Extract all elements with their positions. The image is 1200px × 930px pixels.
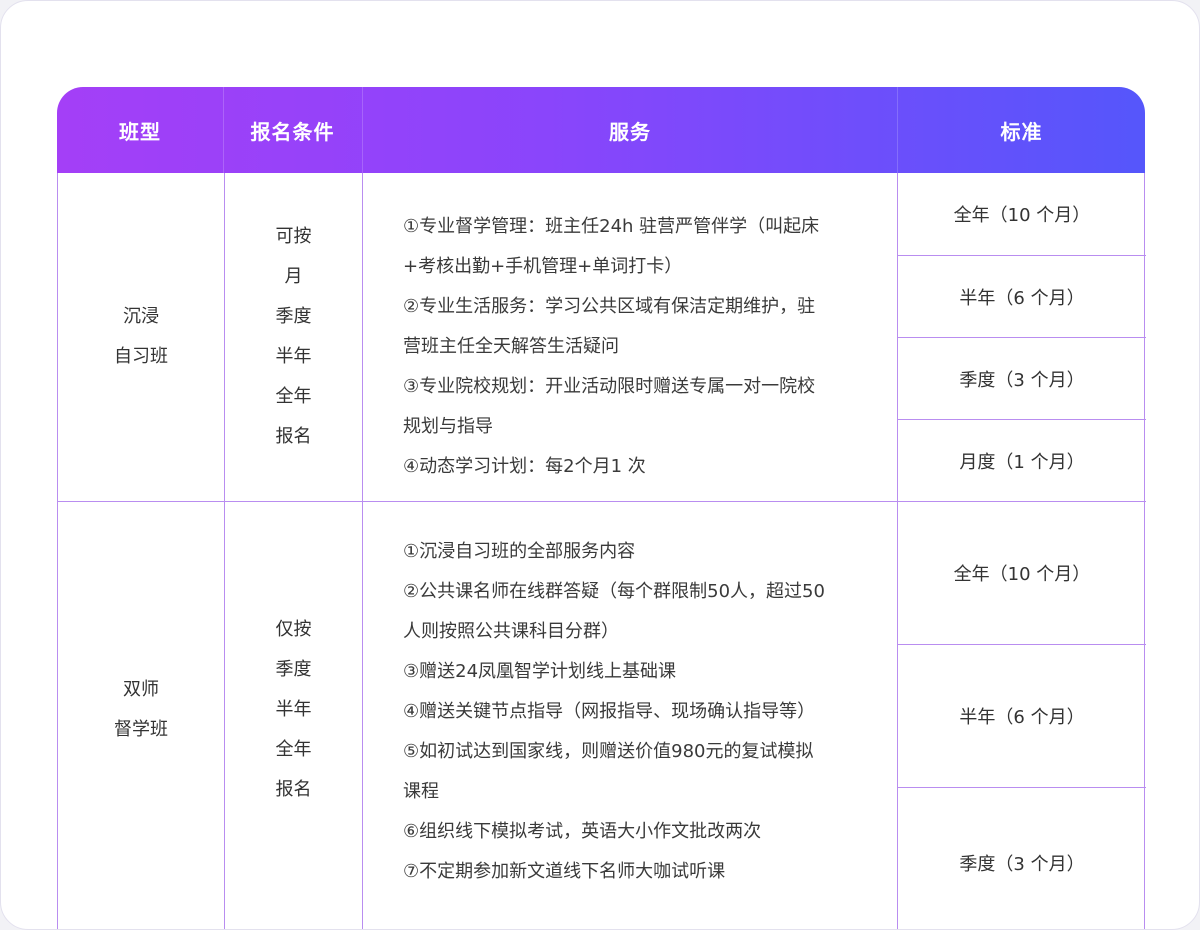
condition-line: 月 xyxy=(284,266,303,287)
condition-line: 季度 xyxy=(275,659,312,680)
class-type-line: 双师 xyxy=(123,679,159,700)
service-line: ⑦不定期参加新文道线下名师大咖试听课 xyxy=(403,861,726,882)
service-line: ②公共课名师在线群答疑（每个群限制50人，超过50 xyxy=(403,581,825,602)
service-line: ②专业生活服务：学习公共区域有保洁定期维护，驻 xyxy=(403,296,816,317)
service-cell: ①专业督学管理：班主任24h 驻营严管伴学（叫起床 +考核出勤+手机管理+单词打… xyxy=(403,207,883,487)
header-standard: 标准 xyxy=(1000,119,1043,144)
standard-option: 半年（6 个月） xyxy=(959,707,1085,728)
condition-line: 全年 xyxy=(275,386,312,407)
standard-option: 月度（1 个月） xyxy=(959,451,1085,473)
condition-line: 季度 xyxy=(275,306,312,327)
class-table: 班型 报名条件 服务 标准 沉浸 自习班 可按 月 季度 半年 全年 报名 ①专… xyxy=(57,87,1146,929)
class-type-cell: 沉浸 自习班 xyxy=(58,173,224,501)
condition-line: 全年 xyxy=(275,739,312,760)
service-line: 课程 xyxy=(403,781,439,802)
service-line: 人则按照公共课科目分群） xyxy=(403,621,619,642)
service-line: ①专业督学管理：班主任24h 驻营严管伴学（叫起床 xyxy=(403,216,820,237)
service-line: ⑤如初试达到国家线，则赠送价值980元的复试模拟 xyxy=(403,741,814,762)
standard-option: 季度（3 个月） xyxy=(959,369,1085,391)
service-line: ④赠送关键节点指导（网报指导、现场确认指导等） xyxy=(403,701,816,722)
header-class-type: 班型 xyxy=(119,119,161,144)
pricing-card: 班型 报名条件 服务 标准 沉浸 自习班 可按 月 季度 半年 全年 报名 ①专… xyxy=(0,0,1200,930)
class-type-cell: 双师 督学班 xyxy=(58,502,224,929)
condition-line: 报名 xyxy=(275,426,312,447)
table-body: 沉浸 自习班 可按 月 季度 半年 全年 报名 ①专业督学管理：班主任24h 驻… xyxy=(57,173,1146,929)
condition-line: 半年 xyxy=(275,346,312,367)
service-line: 营班主任全天解答生活疑问 xyxy=(403,336,619,357)
service-line: ①沉浸自习班的全部服务内容 xyxy=(403,541,636,562)
header-condition: 报名条件 xyxy=(250,119,335,144)
standard-option: 半年（6 个月） xyxy=(959,287,1085,309)
service-line: 规划与指导 xyxy=(403,416,493,437)
class-type-line: 督学班 xyxy=(114,719,168,740)
condition-line: 可按 xyxy=(275,226,312,247)
service-cell-lines: ①沉浸自习班的全部服务内容 ②公共课名师在线群答疑（每个群限制50人，超过50 … xyxy=(403,532,883,892)
table-header: 班型 报名条件 服务 标准 xyxy=(57,87,1145,173)
condition-line: 半年 xyxy=(275,699,312,720)
condition-line: 报名 xyxy=(275,779,312,800)
column-divider xyxy=(362,173,363,929)
service-line: ③专业院校规划：开业活动限时赠送专属一对一院校 xyxy=(403,376,816,397)
standard-option: 全年（10 个月） xyxy=(953,205,1091,226)
standard-option: 季度（3 个月） xyxy=(959,854,1085,875)
condition-cell: 仅按 季度 半年 全年 报名 xyxy=(225,502,362,929)
class-type-line: 自习班 xyxy=(114,346,168,367)
condition-line: 仅按 xyxy=(275,619,312,640)
header-service: 服务 xyxy=(609,119,651,144)
service-line: ⑥组织线下模拟考试，英语大小作文批改两次 xyxy=(403,821,762,842)
class-type-line: 沉浸 xyxy=(123,306,159,327)
service-line: +考核出勤+手机管理+单词打卡） xyxy=(403,256,683,277)
service-line: ④动态学习计划：每2个月1 次 xyxy=(403,456,646,477)
service-line: ③赠送24凤凰智学计划线上基础课 xyxy=(403,661,677,682)
standard-option: 全年（10 个月） xyxy=(953,564,1091,585)
condition-cell: 可按 月 季度 半年 全年 报名 xyxy=(225,173,362,501)
